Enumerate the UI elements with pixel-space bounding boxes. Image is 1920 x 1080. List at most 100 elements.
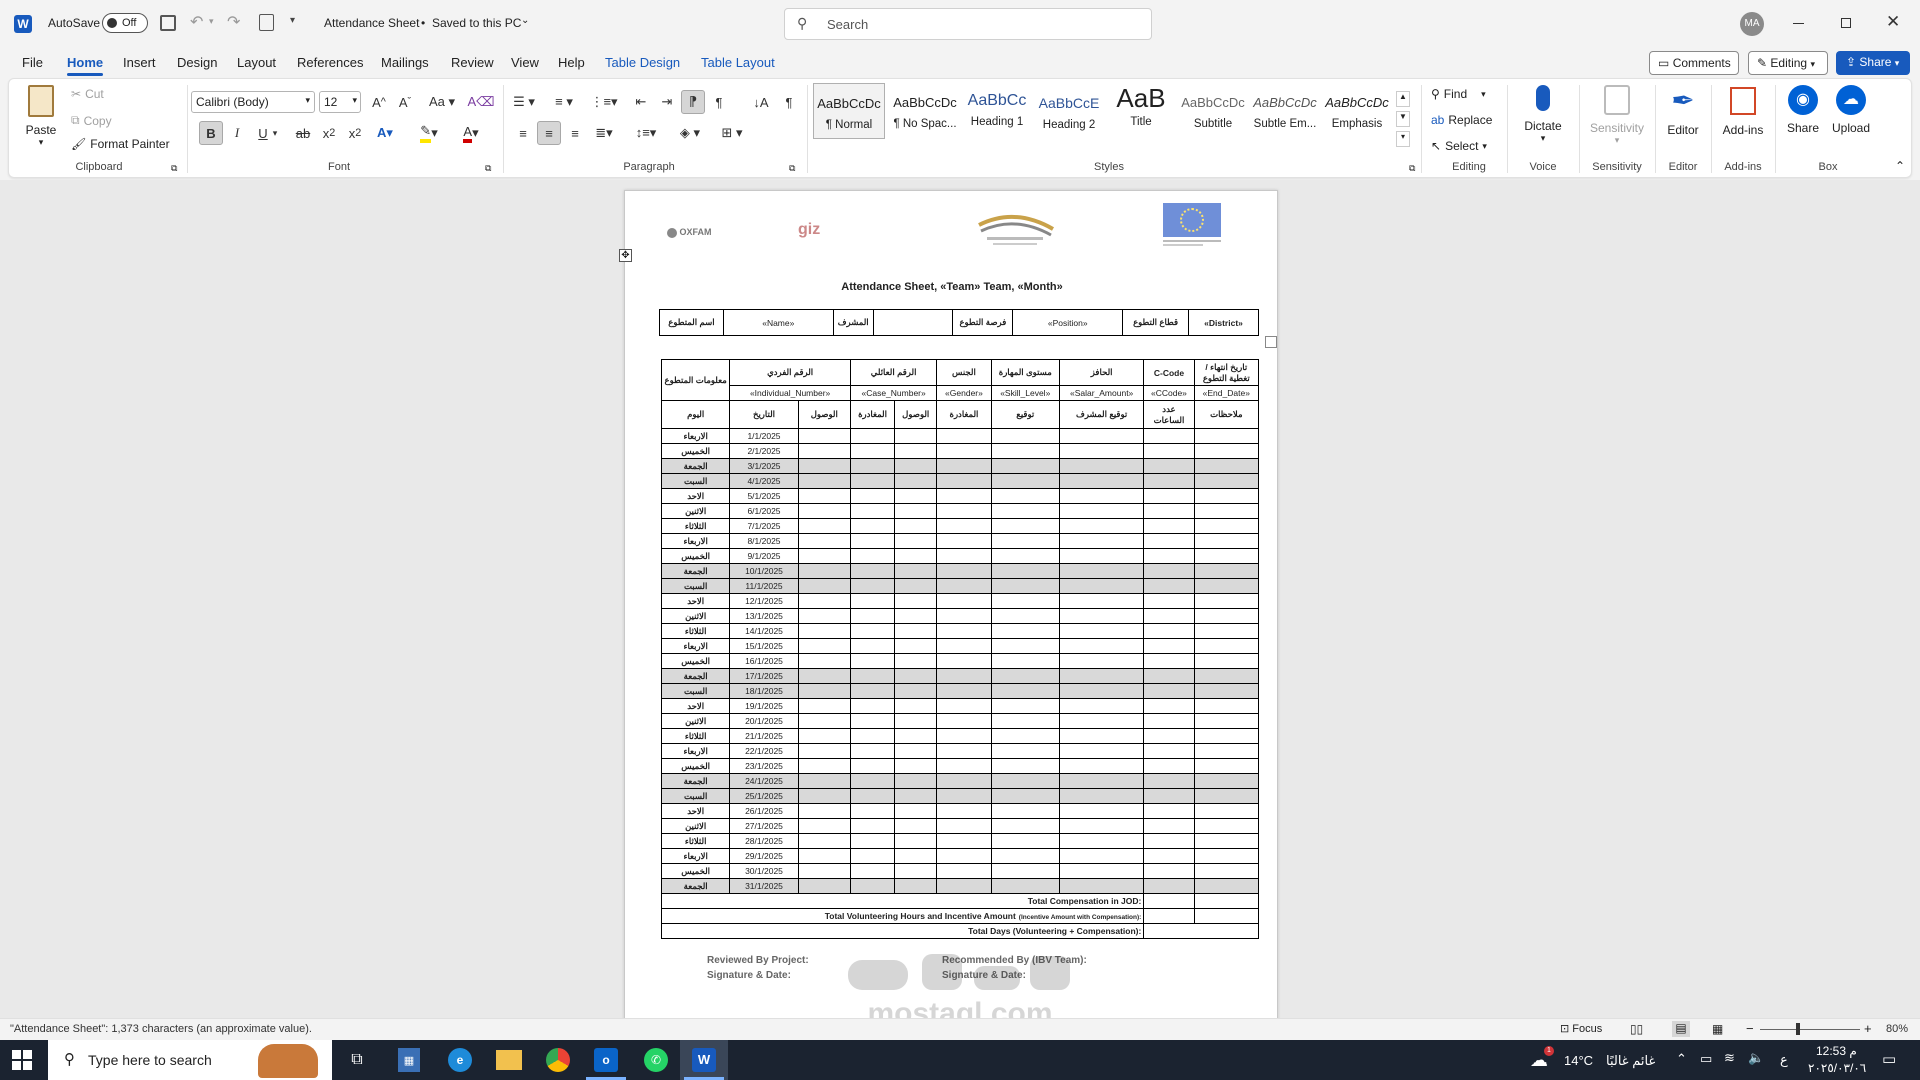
date-cell[interactable]: 8/1/2025 <box>729 533 799 549</box>
attendance-entry-cell[interactable] <box>894 878 938 894</box>
input-language[interactable]: ع <box>1780 1052 1788 1068</box>
info-header-case-number[interactable]: الرقم العائلي <box>849 359 938 386</box>
attendance-entry-cell[interactable] <box>990 443 1060 459</box>
italic-icon[interactable]: I <box>225 121 249 145</box>
day-name-cell[interactable]: السبت <box>660 473 731 489</box>
info-header-skill-level[interactable]: مستوى المهارة <box>990 359 1060 386</box>
attendance-entry-cell[interactable] <box>894 683 938 699</box>
attendance-entry-cell[interactable] <box>894 533 938 549</box>
rtl-direction-icon[interactable]: ⁋ <box>681 90 705 114</box>
attendance-entry-cell[interactable] <box>1058 563 1145 579</box>
day-name-cell[interactable]: السبت <box>660 788 731 804</box>
attendance-entry-cell[interactable] <box>1058 623 1145 639</box>
attendance-entry-cell[interactable] <box>936 788 992 804</box>
font-color-icon[interactable]: A ▾ <box>455 121 487 145</box>
day-name-cell[interactable]: الثلاثاء <box>660 623 731 639</box>
highlight-icon[interactable]: ✎ ▾ <box>413 121 445 145</box>
superscript-icon[interactable]: x2 <box>343 121 367 145</box>
attendance-entry-cell[interactable] <box>849 428 896 444</box>
attendance-entry-cell[interactable] <box>1143 578 1195 594</box>
paste-button[interactable]: Paste ▾ <box>21 85 61 148</box>
attendance-entry-cell[interactable] <box>1193 533 1260 549</box>
day-name-cell[interactable]: الاحد <box>660 698 731 714</box>
bold-icon[interactable]: B <box>199 121 223 145</box>
attendance-entry-cell[interactable] <box>849 683 896 699</box>
numbering-icon[interactable]: ≡ ▾ <box>547 90 581 114</box>
attendance-entry-cell[interactable] <box>894 608 938 624</box>
close-icon[interactable]: ✕ <box>1886 12 1900 32</box>
date-cell[interactable]: 12/1/2025 <box>729 593 799 609</box>
attendance-entry-cell[interactable] <box>1058 578 1145 594</box>
attendance-entry-cell[interactable] <box>1193 713 1260 729</box>
read-mode-icon[interactable]: ▯▯ <box>1630 1022 1643 1036</box>
attendance-entry-cell[interactable] <box>849 443 896 459</box>
attendance-entry-cell[interactable] <box>797 548 851 564</box>
grow-font-icon[interactable]: A ^ <box>367 90 391 114</box>
box-upload-button[interactable]: ☁ Upload <box>1827 85 1875 135</box>
style-no-spacing[interactable]: AaBbCcDc ¶ No Spac... <box>889 83 961 139</box>
attendance-entry-cell[interactable] <box>894 593 938 609</box>
date-cell[interactable]: 17/1/2025 <box>729 668 799 684</box>
cut-button[interactable]: ✂ Cut <box>71 87 104 101</box>
day-name-cell[interactable]: الثلاثاء <box>660 518 731 534</box>
attendance-entry-cell[interactable] <box>1143 563 1195 579</box>
tab-references[interactable]: References <box>297 55 363 70</box>
attendance-entry-cell[interactable] <box>1058 848 1145 864</box>
attendance-entry-cell[interactable] <box>936 518 992 534</box>
attendance-entry-cell[interactable] <box>1058 458 1145 474</box>
info-header-gender[interactable]: الجنس <box>936 359 992 386</box>
attendance-entry-cell[interactable] <box>894 728 938 744</box>
attendance-entry-cell[interactable] <box>1193 428 1260 444</box>
attendance-entry-cell[interactable] <box>797 653 851 669</box>
attendance-entry-cell[interactable] <box>936 488 992 504</box>
attendance-entry-cell[interactable] <box>1143 653 1195 669</box>
day-name-cell[interactable]: الاثنين <box>660 608 731 624</box>
attendance-entry-cell[interactable] <box>849 593 896 609</box>
attendance-entry-cell[interactable] <box>797 848 851 864</box>
attendance-entry-cell[interactable] <box>1058 713 1145 729</box>
clock-date[interactable]: ٢٠٢٥/٠٣/٠٦ <box>1808 1061 1866 1075</box>
attendance-entry-cell[interactable] <box>936 473 992 489</box>
attendance-entry-cell[interactable] <box>1193 803 1260 819</box>
attendance-entry-cell[interactable] <box>1058 758 1145 774</box>
attendance-entry-cell[interactable] <box>936 698 992 714</box>
sensitivity-button[interactable]: Sensitivity ▾ <box>1583 85 1651 146</box>
attendance-entry-cell[interactable] <box>894 548 938 564</box>
battery-icon[interactable]: ▭ <box>1700 1051 1712 1067</box>
day-name-cell[interactable]: الاثنين <box>660 503 731 519</box>
attendance-entry-cell[interactable] <box>797 533 851 549</box>
attendance-entry-cell[interactable] <box>894 848 938 864</box>
day-name-cell[interactable]: الجمعة <box>660 563 731 579</box>
header-cell-sector-label[interactable]: قطاع التطوع <box>1122 309 1190 336</box>
attendance-entry-cell[interactable] <box>894 818 938 834</box>
day-name-cell[interactable]: الاربعاء <box>660 848 731 864</box>
attendance-entry-cell[interactable] <box>1193 848 1260 864</box>
collapse-ribbon-icon[interactable]: ⌃ <box>1895 159 1905 173</box>
attendance-entry-cell[interactable] <box>936 728 992 744</box>
attendance-entry-cell[interactable] <box>849 533 896 549</box>
day-name-cell[interactable]: الاثنين <box>660 713 731 729</box>
attendance-entry-cell[interactable] <box>1143 788 1195 804</box>
attendance-entry-cell[interactable] <box>849 578 896 594</box>
attendance-entry-cell[interactable] <box>849 698 896 714</box>
document-title[interactable]: Attendance Sheet <box>324 16 419 30</box>
header-cell-supervisor-label[interactable]: المشرف <box>832 309 874 336</box>
shrink-font-icon[interactable]: Aˇ <box>393 90 417 114</box>
total-days-value[interactable] <box>1143 923 1259 939</box>
box-share-button[interactable]: ◉ Share <box>1781 85 1825 135</box>
total-days-label[interactable]: Total Days (Volunteering + Compensation)… <box>660 923 1145 939</box>
attendance-entry-cell[interactable] <box>1143 773 1195 789</box>
attendance-entry-cell[interactable] <box>1058 683 1145 699</box>
decrease-indent-icon[interactable]: ⇤ <box>629 90 653 114</box>
attendance-entry-cell[interactable] <box>797 683 851 699</box>
total-compensation-value[interactable] <box>1143 893 1195 909</box>
day-name-cell[interactable]: الاربعاء <box>660 638 731 654</box>
attendance-entry-cell[interactable] <box>797 578 851 594</box>
attendance-entry-cell[interactable] <box>936 818 992 834</box>
attendance-entry-cell[interactable] <box>849 803 896 819</box>
date-cell[interactable]: 25/1/2025 <box>729 788 799 804</box>
tab-mailings[interactable]: Mailings <box>381 55 429 70</box>
tab-review[interactable]: Review <box>451 55 494 70</box>
chrome-icon[interactable] <box>546 1048 570 1072</box>
character-count-status[interactable]: "Attendance Sheet": 1,373 characters (an… <box>10 1023 312 1035</box>
